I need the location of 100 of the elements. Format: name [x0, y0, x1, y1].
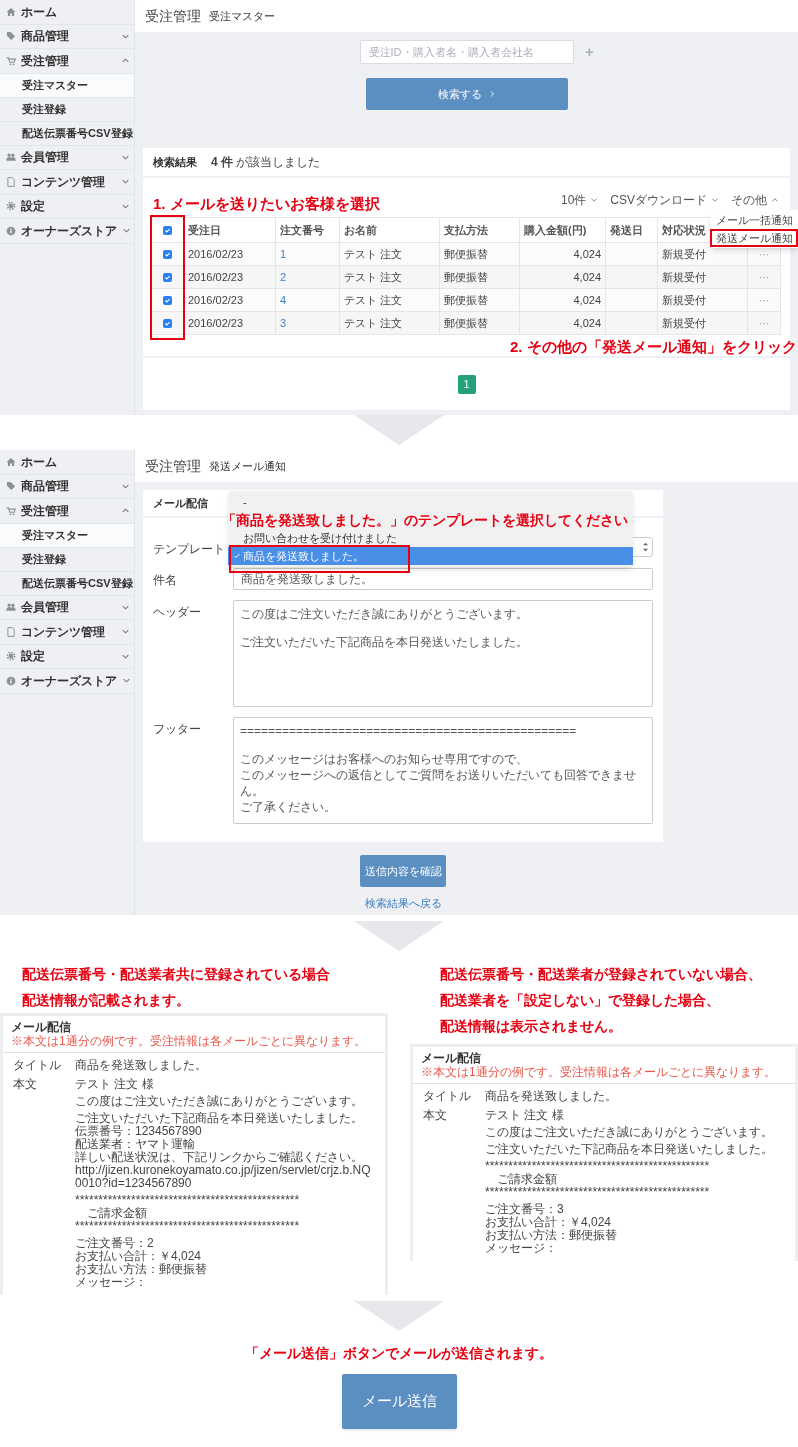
annotation-text: 「メール送信」ボタンでメールが送信されます。	[245, 1344, 553, 1363]
sidebar-item[interactable]: ホーム	[0, 0, 134, 25]
table-cell: 4,024	[573, 316, 601, 329]
text-line: このメッセージはお客様へのお知らせ専用ですので、	[240, 751, 529, 767]
mail-text-line: ご注文いただいた下記商品を本日発送いたしました。	[75, 1112, 364, 1125]
mail-text-line: ご請求金額	[496, 1173, 558, 1186]
results-count: 4 件 が該当しました	[211, 154, 321, 171]
table-cell: テスト 注文	[344, 293, 403, 306]
mail-text-line: 商品を発送致しました。	[75, 1059, 208, 1072]
table-cell: 2016/02/23	[188, 293, 244, 306]
mail-text-line: ************************************************	[485, 1160, 711, 1173]
text-line: ご注文いただいた下記商品を本日発送いたしました。	[240, 634, 529, 650]
text-line: ================================================	[240, 723, 578, 739]
mail-text-line: 商品を発送致しました。	[485, 1090, 618, 1103]
text-area[interactable]: この度はご注文いただき誠にありがとうございます。 ご注文いただいた下記商品を本日発送いたしました。	[233, 600, 653, 707]
table-cell: 4,024	[573, 270, 601, 283]
column-header: 発送日	[610, 223, 643, 236]
annotation-text: 配送情報が記載されます。	[22, 991, 191, 1010]
field-label: フッター	[153, 722, 201, 736]
annotation-text: 配送伝票番号・配送業者が登録されていない場合、	[440, 965, 763, 984]
sidebar-item[interactable]: 商品管理	[0, 24, 134, 49]
mail-text-line: お支払い合計：￥4,024	[75, 1250, 203, 1263]
table-cell: 郵便振替	[444, 270, 488, 283]
annotation-text: 「商品を発送致しました。」のテンプレートを選択してください	[222, 511, 628, 530]
page-subtitle: 受注マスター	[209, 8, 275, 24]
mail-text-line: テスト 注文 様	[485, 1109, 565, 1122]
field-label: 件名	[153, 573, 177, 587]
table-cell: テスト 注文	[344, 270, 403, 283]
sidebar-subitem[interactable]: 受注マスター	[0, 523, 134, 548]
mail-text-line: ご注文いただいた下記商品を本日発送いたしました。	[485, 1143, 774, 1156]
dropdown-option[interactable]: -	[228, 493, 633, 511]
sidebar-subitem[interactable]: 配送伝票番号CSV登録	[0, 121, 134, 146]
sidebar-item[interactable]: コンテンツ管理	[0, 620, 134, 645]
field-label: 本文	[13, 1077, 37, 1091]
mail-text-line: お支払い方法：郵便振替	[485, 1229, 618, 1242]
text-area[interactable]: ================================================ このメッセージはお客様へのお知らせ専用ですので、 このメッセージへの返信としてご質問をお送りいただいても回答できません。 ご了承ください。	[233, 717, 653, 824]
mail-title: メール配信	[421, 1051, 482, 1065]
table-cell: テスト 注文	[344, 247, 403, 260]
page-title: 受注管理	[145, 6, 201, 26]
order-link[interactable]: 1	[280, 247, 287, 260]
order-link[interactable]: 4	[280, 293, 287, 306]
sidebar-item[interactable]: 設定	[0, 194, 134, 219]
dropdown-button[interactable]: 10件	[560, 191, 599, 209]
field-label: 本文	[423, 1108, 447, 1122]
page-subtitle: 発送メール通知	[209, 458, 286, 474]
mail-note: ※本文は1通分の例です。受注情報は各メールごとに異なります。	[11, 1034, 367, 1048]
menu-item[interactable]: 発送メール通知	[710, 229, 798, 247]
sidebar-item[interactable]: 受注管理	[0, 49, 134, 74]
sidebar-item[interactable]: 設定	[0, 644, 134, 669]
column-header: 対応状況	[662, 223, 706, 236]
column-header: 受注日	[188, 223, 221, 236]
mail-text-line: ************************************************	[485, 1186, 711, 1199]
table-cell: 新規受付	[662, 293, 706, 306]
sidebar-subitem[interactable]: 受注登録	[0, 547, 134, 572]
dropdown-option[interactable]: お問い合わせを受け付けました	[228, 529, 633, 547]
form-title: メール配信	[153, 495, 208, 511]
menu-item[interactable]: メール一括通知	[710, 211, 798, 229]
table-cell: テスト 注文	[344, 316, 403, 329]
table-cell: 新規受付	[662, 316, 706, 329]
dropdown-button[interactable]: その他	[731, 191, 779, 209]
annotation-text: 1. メールを送りたいお客様を選択	[152, 193, 380, 214]
column-header: 支払方法	[444, 223, 488, 236]
sidebar-item[interactable]: オーナーズストア	[0, 669, 134, 694]
sidebar-item[interactable]: オーナーズストア	[0, 219, 134, 244]
search-field[interactable]: 受注ID・購入者名・購入者会社名	[359, 40, 574, 64]
annotation-text: 配送情報は表示されません。	[440, 1017, 623, 1036]
text-line: ご了承ください。	[240, 799, 337, 815]
sidebar-subitem[interactable]: 受注マスター	[0, 73, 134, 98]
mail-text-line: この度はご注文いただき誠にありがとうございます。	[75, 1095, 364, 1108]
sidebar-item[interactable]: コンテンツ管理	[0, 170, 134, 195]
sidebar-item[interactable]: 受注管理	[0, 499, 134, 524]
text-field[interactable]: 商品を発送致しました。	[233, 568, 653, 590]
column-header: 購入金額(円)	[524, 223, 587, 236]
mail-text-line: メッセージ：	[485, 1242, 558, 1255]
sidebar-item[interactable]: ホーム	[0, 450, 134, 475]
mail-text-line: ご注文番号：3	[485, 1203, 565, 1216]
sidebar-item[interactable]: 会員管理	[0, 145, 134, 170]
sidebar-item[interactable]: 商品管理	[0, 474, 134, 499]
table-cell: 郵便振替	[444, 316, 488, 329]
order-link[interactable]: 2	[280, 270, 287, 283]
table-cell: 新規受付	[662, 270, 706, 283]
back-link[interactable]: 検索結果へ戻る	[364, 895, 442, 912]
text-line: この度はご注文いただき誠にありがとうございます。	[240, 606, 529, 622]
field-label: テンプレート	[153, 542, 225, 556]
table-cell: 2016/02/23	[188, 247, 244, 260]
sidebar-subitem[interactable]: 配送伝票番号CSV登録	[0, 571, 134, 596]
table-cell: 4,024	[573, 247, 601, 260]
sidebar-item[interactable]: 会員管理	[0, 595, 134, 620]
sidebar-subitem[interactable]: 受注登録	[0, 97, 134, 122]
annotation-text: 配送伝票番号・配送業者共に登録されている場合	[22, 965, 331, 984]
page-title: 受注管理	[145, 456, 201, 476]
column-header: お名前	[344, 223, 377, 236]
mail-text-line: 伝票番号：1234567890	[75, 1125, 203, 1138]
mail-text-line: ************************************************	[75, 1220, 301, 1233]
mail-text-line: お支払い合計：￥4,024	[485, 1216, 613, 1229]
results-title: 検索結果	[153, 154, 197, 170]
field-label: ヘッダー	[153, 605, 201, 619]
dropdown-button[interactable]: CSVダウンロード	[610, 191, 719, 209]
table-cell: 2016/02/23	[188, 316, 244, 329]
order-link[interactable]: 3	[280, 316, 287, 329]
